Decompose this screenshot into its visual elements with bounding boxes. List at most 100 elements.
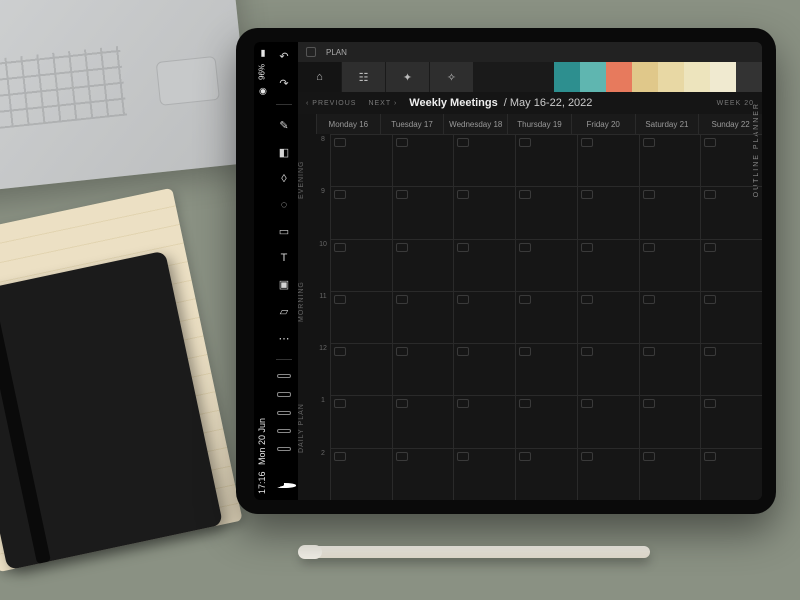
- schedule-cell[interactable]: [453, 186, 515, 238]
- color-swatch[interactable]: [606, 62, 632, 92]
- color-swatch[interactable]: [736, 62, 762, 92]
- schedule-cell[interactable]: [515, 134, 577, 186]
- schedule-cell[interactable]: [392, 291, 454, 343]
- document-tab-label[interactable]: PLAN: [326, 48, 347, 57]
- color-swatch[interactable]: [554, 62, 580, 92]
- schedule-cell[interactable]: [330, 448, 392, 500]
- laptop-prop: [0, 0, 253, 196]
- color-swatch[interactable]: [710, 62, 736, 92]
- hour-label: 2: [316, 448, 330, 500]
- schedule-cell[interactable]: [453, 239, 515, 291]
- schedule-cell[interactable]: [577, 186, 639, 238]
- day-header[interactable]: Thursday 19: [507, 114, 571, 134]
- schedule-cell[interactable]: [392, 134, 454, 186]
- schedule-cell[interactable]: [330, 395, 392, 447]
- schedule-cell[interactable]: [700, 186, 762, 238]
- search-icon[interactable]: [277, 447, 291, 451]
- color-swatch[interactable]: [658, 62, 684, 92]
- undo-icon[interactable]: ↶: [277, 50, 291, 63]
- day-header[interactable]: Saturday 21: [635, 114, 699, 134]
- schedule-cell[interactable]: [392, 343, 454, 395]
- schedule-cell[interactable]: [392, 186, 454, 238]
- schedule-cell[interactable]: [453, 395, 515, 447]
- schedule-cell[interactable]: [700, 395, 762, 447]
- more-icon[interactable]: ⋯: [277, 332, 291, 345]
- schedule-cell[interactable]: [577, 343, 639, 395]
- schedule-cell[interactable]: [577, 448, 639, 500]
- shapes-tool-icon[interactable]: ▭: [277, 225, 291, 238]
- bookmark-icon[interactable]: [277, 411, 291, 415]
- day-header[interactable]: Monday 16: [316, 114, 380, 134]
- color-swatch[interactable]: [580, 62, 606, 92]
- schedule-cell[interactable]: [577, 239, 639, 291]
- text-tool-icon[interactable]: T: [277, 252, 291, 264]
- schedule-cell[interactable]: [700, 448, 762, 500]
- tab-calendar[interactable]: ☷: [342, 62, 386, 92]
- schedule-cell[interactable]: [330, 239, 392, 291]
- tab-extras[interactable]: ✧: [430, 62, 474, 92]
- status-time: 17:16: [257, 471, 267, 494]
- schedule-cell[interactable]: [577, 395, 639, 447]
- schedule-cell[interactable]: [453, 343, 515, 395]
- schedule-cell[interactable]: [639, 291, 701, 343]
- schedule-cell[interactable]: [577, 291, 639, 343]
- schedule-cell[interactable]: [639, 134, 701, 186]
- tab-home[interactable]: ⌂: [298, 62, 342, 92]
- schedule-cell[interactable]: [515, 448, 577, 500]
- ruler-tool-icon[interactable]: ▱: [277, 305, 291, 318]
- wifi-icon: ◉: [257, 86, 267, 96]
- schedule-cell[interactable]: [639, 186, 701, 238]
- schedule-cell[interactable]: [330, 134, 392, 186]
- hour-label: 10: [316, 239, 330, 291]
- image-tool-icon[interactable]: ▣: [277, 278, 291, 291]
- lasso-tool-icon[interactable]: ◌: [277, 199, 291, 211]
- status-date: Mon 20 Jun: [257, 418, 267, 465]
- schedule-cell[interactable]: [453, 134, 515, 186]
- schedule-cell[interactable]: [515, 239, 577, 291]
- redo-icon[interactable]: ↷: [277, 77, 291, 90]
- schedule-cell[interactable]: [453, 291, 515, 343]
- day-header[interactable]: Friday 20: [571, 114, 635, 134]
- schedule-cell[interactable]: [639, 395, 701, 447]
- color-swatch[interactable]: [684, 62, 710, 92]
- schedule-cell[interactable]: [577, 134, 639, 186]
- schedule-cell[interactable]: [392, 448, 454, 500]
- color-swatch[interactable]: [632, 62, 658, 92]
- schedule-cell[interactable]: [639, 239, 701, 291]
- schedule-cell[interactable]: [330, 186, 392, 238]
- schedule-cells[interactable]: [330, 134, 762, 500]
- highlighter-tool-icon[interactable]: ◧: [277, 146, 291, 159]
- thumbnail-icon[interactable]: [306, 47, 316, 57]
- schedule-cell[interactable]: [700, 239, 762, 291]
- schedule-cell[interactable]: [453, 448, 515, 500]
- tablet-frame: 17:16 Mon 20 Jun ◉ 96% ▮ ↶ ↷ ✎ ◧ ◊ ◌ ▭ T…: [236, 28, 776, 514]
- schedule-cell[interactable]: [330, 291, 392, 343]
- schedule-cell[interactable]: [639, 343, 701, 395]
- schedule-cell[interactable]: [515, 291, 577, 343]
- week-grid: DAILY PLANMORNINGEVENING Monday 16Tuesda…: [298, 114, 762, 500]
- schedule-cell[interactable]: [515, 186, 577, 238]
- schedule-cell[interactable]: [515, 395, 577, 447]
- schedule-cell[interactable]: [392, 239, 454, 291]
- eraser-tool-icon[interactable]: ◊: [277, 173, 291, 185]
- section-labels: DAILY PLANMORNINGEVENING: [298, 114, 316, 500]
- schedule-cell[interactable]: [515, 343, 577, 395]
- share-icon[interactable]: [277, 429, 291, 433]
- schedule-cell[interactable]: [639, 448, 701, 500]
- week-number: WEEK 20: [717, 100, 754, 107]
- pen-tool-icon[interactable]: ✎: [277, 119, 291, 132]
- schedule-cell[interactable]: [700, 291, 762, 343]
- schedule-cell[interactable]: [700, 343, 762, 395]
- prev-week-button[interactable]: ‹ PREVIOUS: [306, 100, 356, 107]
- schedule-cell[interactable]: [392, 395, 454, 447]
- day-header[interactable]: Tuesday 17: [380, 114, 444, 134]
- day-header[interactable]: Wednesday 18: [443, 114, 507, 134]
- add-page-icon[interactable]: [277, 392, 291, 396]
- date-range: / May 16-22, 2022: [504, 97, 593, 109]
- tab-notes[interactable]: ✦: [386, 62, 430, 92]
- app-toolbar: ↶ ↷ ✎ ◧ ◊ ◌ ▭ T ▣ ▱ ⋯: [270, 42, 298, 500]
- next-week-button[interactable]: NEXT ›: [368, 100, 397, 107]
- page-nav-icon[interactable]: [277, 374, 291, 378]
- schedule-cell[interactable]: [700, 134, 762, 186]
- schedule-cell[interactable]: [330, 343, 392, 395]
